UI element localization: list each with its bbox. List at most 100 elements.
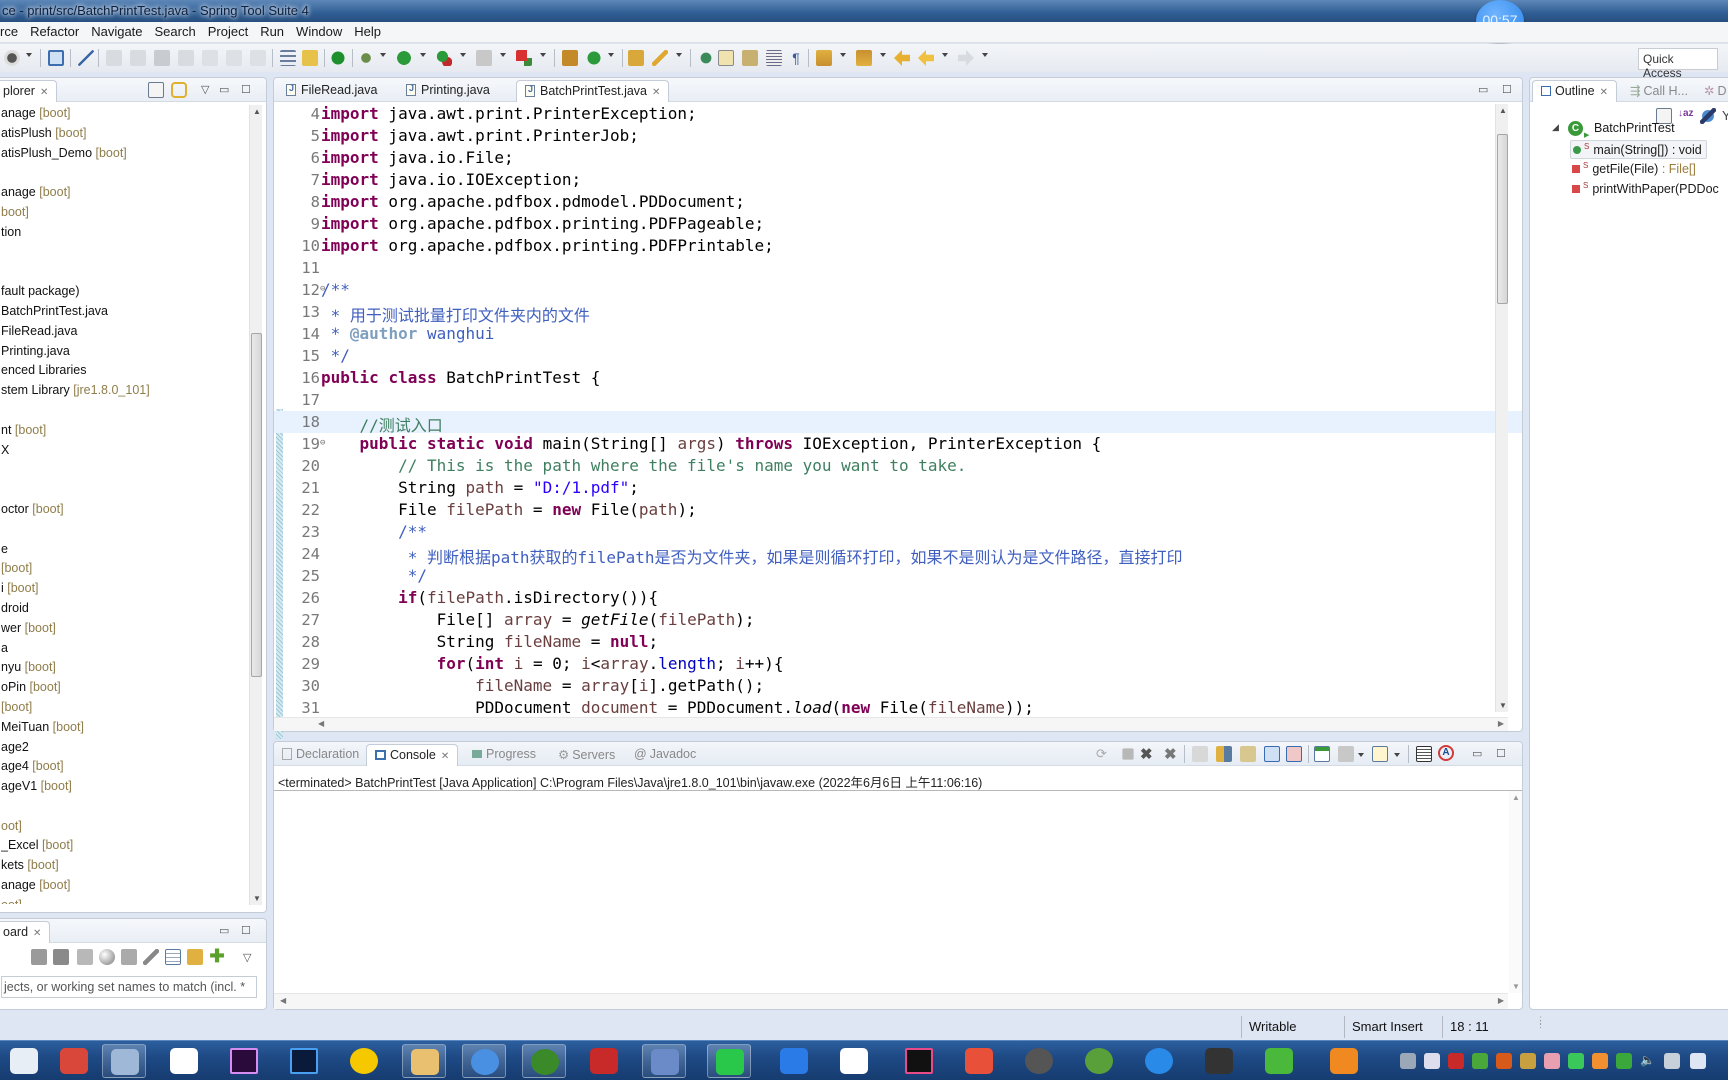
toggle-highlight-icon[interactable]: [718, 50, 734, 66]
tree-item[interactable]: _Excel [boot]: [1, 836, 246, 856]
maximize-icon[interactable]: ☐: [241, 924, 251, 937]
run-external-tool-icon[interactable]: [436, 50, 452, 66]
tree-item[interactable]: a: [1, 639, 246, 659]
taskbar-app-baidu-netdisk[interactable]: [162, 1044, 206, 1078]
code-line[interactable]: 5 import java.awt.print.PrinterJob;: [274, 125, 1522, 147]
close-icon[interactable]: ✕: [652, 87, 660, 98]
code-line[interactable]: 30 fileName = array[i].getPath();: [274, 675, 1522, 697]
code-line[interactable]: 6 import java.io.File;: [274, 147, 1522, 169]
code-line[interactable]: 16 public class BatchPrintTest {: [274, 367, 1522, 389]
properties-icon[interactable]: [165, 949, 181, 965]
filter-icon[interactable]: Y: [1722, 108, 1728, 124]
code-line[interactable]: 31 PDDocument document = PDDocument.load…: [274, 697, 1522, 719]
menu-window[interactable]: Window: [290, 22, 348, 39]
tab-call-hierarchy[interactable]: ⇶ Call H...: [1622, 80, 1696, 102]
tree-item[interactable]: octor [boot]: [1, 500, 246, 520]
step-into-icon[interactable]: [202, 50, 218, 66]
tree-item[interactable]: ageV1 [boot]: [1, 777, 246, 797]
tree-item[interactable]: nyu [boot]: [1, 658, 246, 678]
profile-icon[interactable]: [4, 50, 20, 66]
disconnect-icon[interactable]: [178, 50, 194, 66]
next-annotation-icon[interactable]: [816, 50, 832, 66]
menu-help[interactable]: Help: [348, 22, 387, 39]
bird-icon[interactable]: [1520, 1053, 1536, 1069]
dashboard-filter-input[interactable]: jects, or working set names to match (in…: [1, 976, 257, 998]
menu-search[interactable]: Search: [149, 22, 202, 39]
tree-item[interactable]: [boot]: [1, 559, 246, 579]
reconnect-icon[interactable]: ⟳: [1096, 746, 1112, 762]
tree-item[interactable]: age2: [1, 738, 246, 758]
toggle-block-selection-icon[interactable]: [742, 50, 758, 66]
forward-icon[interactable]: [958, 50, 974, 66]
menu-project[interactable]: Project: [202, 22, 254, 39]
taskbar-app-premiere[interactable]: [222, 1044, 266, 1078]
terminate-icon[interactable]: [154, 50, 170, 66]
scroll-up-icon[interactable]: ▲: [1499, 106, 1507, 115]
open-console-icon[interactable]: [1372, 746, 1388, 762]
open-console-icon[interactable]: [121, 949, 137, 965]
menu-navigate[interactable]: Navigate: [85, 22, 148, 39]
taskbar-app-calendar[interactable]: [2, 1044, 46, 1078]
explorer-scrollbar[interactable]: ▲ ▼: [249, 105, 262, 905]
minimize-icon[interactable]: ▭: [1472, 747, 1482, 760]
link-with-editor-icon[interactable]: [171, 82, 187, 98]
menu-source[interactable]: rce: [0, 22, 24, 39]
tab-servers[interactable]: ⚙ Servers: [550, 744, 623, 766]
restore-icon[interactable]: [1424, 1053, 1440, 1069]
tree-item[interactable]: atisPlush [boot]: [1, 124, 246, 144]
tree-item[interactable]: anage [boot]: [1, 104, 246, 124]
pen-input-icon[interactable]: [1664, 1053, 1680, 1069]
network-icon[interactable]: [1690, 1053, 1706, 1069]
launch-icon[interactable]: [516, 50, 532, 66]
code-line[interactable]: 11: [274, 257, 1522, 279]
show-on-stderr-icon[interactable]: [1286, 746, 1302, 762]
remove-launch-icon[interactable]: ✖: [1140, 745, 1156, 763]
taskbar-app-notes-add[interactable]: [52, 1044, 96, 1078]
tree-item[interactable]: [1, 460, 246, 480]
taskbar-app-xmind-like[interactable]: [832, 1044, 876, 1078]
outline-member[interactable]: SgetFile(File) : File[]: [1570, 160, 1700, 177]
code-line[interactable]: 22 File filePath = new File(path);: [274, 499, 1522, 521]
tab-declaration[interactable]: Declaration: [274, 744, 367, 766]
status-insert-mode[interactable]: Smart Insert: [1352, 1019, 1423, 1034]
taskbar-app-photoshop[interactable]: [282, 1044, 326, 1078]
expose-icon[interactable]: [187, 949, 203, 965]
taskbar-app-video-recorder[interactable]: [1322, 1044, 1366, 1078]
scroll-left-icon[interactable]: ◀: [280, 996, 286, 1005]
scroll-right-icon[interactable]: ▶: [1498, 719, 1504, 728]
add-tray-icon[interactable]: [1616, 1053, 1632, 1069]
code-line[interactable]: 17: [274, 389, 1522, 411]
taskbar-app-chrome-like[interactable]: [462, 1044, 506, 1078]
scrollbar-thumb[interactable]: [1497, 134, 1508, 304]
taskbar-app-wechat[interactable]: [707, 1044, 751, 1078]
open-type-icon[interactable]: [628, 50, 644, 66]
code-line[interactable]: 9 import org.apache.pdfbox.printing.PDFPa…: [274, 213, 1522, 235]
remove-all-terminated-icon[interactable]: ✖: [1164, 745, 1180, 763]
tree-item[interactable]: [1, 163, 246, 183]
minimize-icon[interactable]: ▭: [219, 83, 229, 96]
code-line[interactable]: 27 File[] array = getFile(filePath);: [274, 609, 1522, 631]
status-handle[interactable]: ⋮ ⋮: [1536, 1016, 1545, 1029]
taskbar-app-thunder[interactable]: [1257, 1044, 1301, 1078]
tree-item[interactable]: nt [boot]: [1, 421, 246, 441]
open-browser-icon[interactable]: [99, 949, 115, 965]
last-edit-location-icon[interactable]: [894, 50, 910, 66]
back-icon[interactable]: [918, 50, 934, 66]
tree-item[interactable]: [1, 797, 246, 817]
outline-member[interactable]: Smain(String[]) : void: [1570, 140, 1707, 160]
tree-item[interactable]: age4 [boot]: [1, 757, 246, 777]
taskbar-app-qq-music[interactable]: [342, 1044, 386, 1078]
menu-refactor[interactable]: Refactor: [24, 22, 85, 39]
tree-item[interactable]: oot]: [1, 896, 246, 904]
taskbar-app-remote-desktop[interactable]: [1197, 1044, 1241, 1078]
code-line[interactable]: 24 * 判断根据path获取的filePath是否为文件夹，如果是则循环打印，…: [274, 543, 1522, 567]
toggle-ant-mark-icon[interactable]: [698, 50, 714, 66]
step-return-icon[interactable]: [250, 50, 266, 66]
code-line[interactable]: 14 * @author wanghui: [274, 323, 1522, 345]
code-line[interactable]: 12 ⊖/**: [274, 279, 1522, 301]
scroll-up-icon[interactable]: ▲: [253, 107, 261, 116]
tree-item[interactable]: fault package): [1, 282, 246, 302]
tab-progress[interactable]: Progress: [464, 744, 544, 766]
tree-item[interactable]: [1, 520, 246, 540]
previous-annotation-icon[interactable]: [856, 50, 872, 66]
